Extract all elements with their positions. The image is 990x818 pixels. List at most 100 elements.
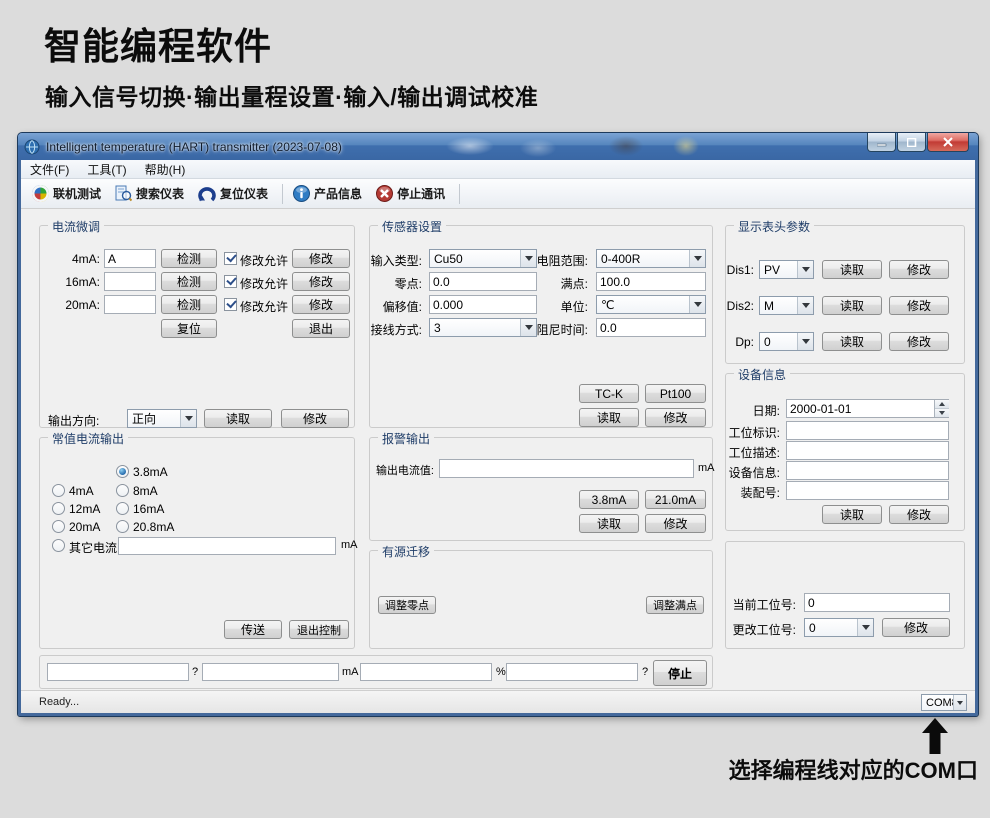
trim-20ma-label: 20mA: [65,298,100,312]
monitor-value-4[interactable] [506,663,638,681]
menu-help[interactable]: 帮助(H) [136,160,195,178]
device-modify-button[interactable]: 修改 [889,505,949,524]
trim-20ma-allow-label: 修改允许 [240,298,288,315]
pt100-button[interactable]: Pt100 [645,384,706,403]
trim-16ma-modify-button[interactable]: 修改 [292,272,350,291]
radio-20ma[interactable] [52,520,65,533]
radio-12ma[interactable] [52,502,65,515]
search-instrument-button[interactable]: 搜索仪表 [110,183,193,204]
output-direction-modify-button[interactable]: 修改 [281,409,349,428]
output-direction-label: 输出方向: [48,412,99,429]
stop-button[interactable]: 停止 [653,660,707,686]
dis1-modify-button[interactable]: 修改 [889,260,949,279]
annotation-arrow-icon [922,718,948,754]
radio-other-current[interactable] [52,539,65,552]
exit-control-button[interactable]: 退出控制 [289,620,349,639]
tck-button[interactable]: TC-K [579,384,639,403]
group-constant-current: 常值电流输出 3.8mA 4mA 8mA 12mA 16mA 20mA 20.8… [39,437,355,649]
zero-input[interactable] [429,272,537,291]
trim-20ma-detect-button[interactable]: 检测 [161,295,217,314]
date-input[interactable] [786,399,949,418]
unit-select[interactable]: ℃ [596,295,706,314]
adjust-zero-button[interactable]: 调整零点 [378,596,436,614]
chevron-down-icon [689,296,705,313]
device-read-button[interactable]: 读取 [822,505,882,524]
dp-select[interactable]: 0 [759,332,814,351]
current-station-input[interactable] [804,593,950,612]
maximize-button[interactable] [897,133,926,152]
damping-input[interactable] [596,318,706,337]
sensor-read-button[interactable]: 读取 [579,408,639,427]
trim-4ma-allow-checkbox[interactable] [224,252,237,265]
monitor-value-3[interactable] [360,663,492,681]
trim-20ma-input[interactable] [104,295,156,314]
alarm-low-button[interactable]: 3.8mA [579,490,639,509]
dis1-read-button[interactable]: 读取 [822,260,882,279]
reset-instrument-button[interactable]: 复位仪表 [193,183,277,204]
dp-modify-button[interactable]: 修改 [889,332,949,351]
trim-exit-button[interactable]: 退出 [292,319,350,338]
com-port-select[interactable]: COM8 [921,694,967,711]
resistance-range-select[interactable]: 0-400R [596,249,706,268]
dis2-select[interactable]: M [759,296,814,315]
trim-4ma-input[interactable] [104,249,156,268]
trim-4ma-label: 4mA: [72,252,100,266]
station-desc-input[interactable] [786,441,949,460]
trim-16ma-detect-button[interactable]: 检测 [161,272,217,291]
alarm-current-input[interactable] [439,459,694,478]
stop-comm-button[interactable]: 停止通讯 [371,183,454,204]
chevron-down-icon [953,695,966,710]
monitor-value-2[interactable] [202,663,339,681]
product-info-button[interactable]: 产品信息 [288,183,371,204]
send-button[interactable]: 传送 [224,620,282,639]
radio-8ma[interactable] [116,484,129,497]
trim-4ma-detect-button[interactable]: 检测 [161,249,217,268]
change-station-select[interactable]: 0 [804,618,874,637]
radio-4ma[interactable] [52,484,65,497]
wiring-select[interactable]: 3 [429,318,537,337]
full-input[interactable] [596,272,706,291]
toolbar-separator [459,184,460,204]
station-id-input[interactable] [786,421,949,440]
trim-16ma-input[interactable] [104,272,156,291]
sensor-modify-button[interactable]: 修改 [645,408,706,427]
dis2-read-button[interactable]: 读取 [822,296,882,315]
assembly-no-input[interactable] [786,481,949,500]
menu-file[interactable]: 文件(F) [21,160,78,178]
menu-tools[interactable]: 工具(T) [78,160,135,178]
adjust-full-button[interactable]: 调整满点 [646,596,704,614]
monitor-value-1[interactable] [47,663,189,681]
dis1-select[interactable]: PV [759,260,814,279]
trim-4ma-modify-button[interactable]: 修改 [292,249,350,268]
date-spinner[interactable] [934,400,949,417]
trim-reset-button[interactable]: 复位 [161,319,217,338]
device-desc-input[interactable] [786,461,949,480]
alarm-modify-button[interactable]: 修改 [645,514,706,533]
search-icon [115,185,132,202]
radio-20-8ma[interactable] [116,520,129,533]
close-button[interactable] [927,133,969,152]
trim-20ma-allow-checkbox[interactable] [224,298,237,311]
chevron-down-icon [857,619,873,636]
output-direction-select[interactable]: 正向 [127,409,197,428]
trim-16ma-allow-label: 修改允许 [240,275,288,292]
output-direction-read-button[interactable]: 读取 [204,409,272,428]
alarm-high-button[interactable]: 21.0mA [645,490,706,509]
station-modify-button[interactable]: 修改 [882,618,950,637]
dp-read-button[interactable]: 读取 [822,332,882,351]
radio-16ma[interactable] [116,502,129,515]
online-test-button[interactable]: 联机测试 [27,183,110,204]
offset-input[interactable] [429,295,537,314]
dis2-modify-button[interactable]: 修改 [889,296,949,315]
toolbar: 联机测试 搜索仪表 复位仪表 [21,179,975,209]
monitor-bar: ? mA % ? 停止 [39,655,713,689]
other-current-input[interactable] [118,537,336,555]
toolbar-separator [282,184,283,204]
trim-20ma-modify-button[interactable]: 修改 [292,295,350,314]
trim-16ma-allow-checkbox[interactable] [224,275,237,288]
chevron-down-icon [689,250,705,267]
minimize-button[interactable] [867,133,896,152]
radio-3-8ma[interactable] [116,465,129,478]
alarm-read-button[interactable]: 读取 [579,514,639,533]
input-type-select[interactable]: Cu50 [429,249,537,268]
